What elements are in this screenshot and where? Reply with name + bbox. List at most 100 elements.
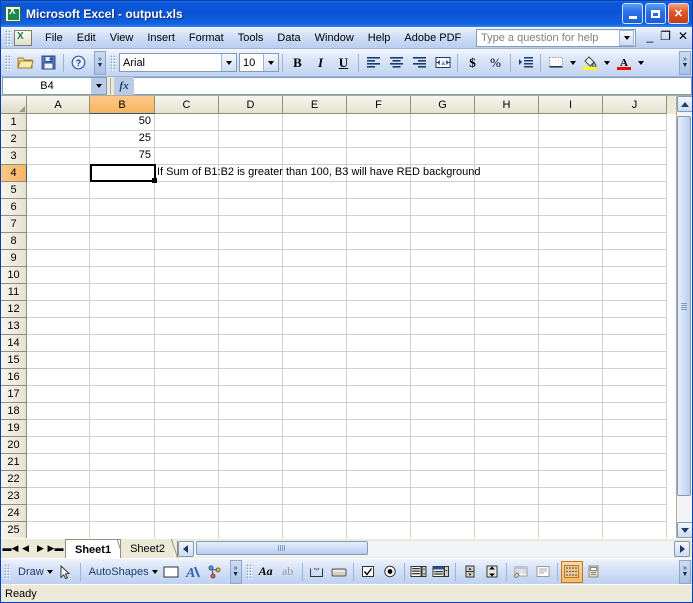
cell-h15[interactable] — [475, 352, 539, 369]
cell-a9[interactable] — [27, 250, 90, 267]
scroll-down-button[interactable] — [677, 522, 692, 538]
cell-d14[interactable] — [219, 335, 283, 352]
open-button[interactable] — [14, 52, 37, 74]
textbox-control-button[interactable]: xyz — [306, 561, 328, 583]
cell-j4[interactable] — [603, 165, 667, 182]
cell-b24[interactable] — [90, 505, 155, 522]
borders-button[interactable] — [544, 52, 567, 74]
cell-a25[interactable] — [27, 522, 90, 538]
cell-g8[interactable] — [411, 233, 475, 250]
cell-c23[interactable] — [155, 488, 219, 505]
cell-c17[interactable] — [155, 386, 219, 403]
cell-a4[interactable] — [27, 165, 90, 182]
vertical-scroll-thumb[interactable] — [677, 116, 691, 496]
cell-j22[interactable] — [603, 471, 667, 488]
column-header-g[interactable]: G — [411, 96, 475, 114]
cell-a16[interactable] — [27, 369, 90, 386]
cell-i16[interactable] — [539, 369, 603, 386]
name-box[interactable]: B4 — [2, 77, 107, 95]
row-header-6[interactable]: 6 — [1, 199, 27, 216]
cell-f25[interactable] — [347, 522, 411, 538]
document-close-button[interactable]: ✕ — [678, 30, 688, 42]
cell-c15[interactable] — [155, 352, 219, 369]
cell-c18[interactable] — [155, 403, 219, 420]
row-header-13[interactable]: 13 — [1, 318, 27, 335]
cell-e17[interactable] — [283, 386, 347, 403]
drawing-toolbar-options-button[interactable]: » ▼ — [230, 560, 242, 584]
row-header-10[interactable]: 10 — [1, 267, 27, 284]
cell-i10[interactable] — [539, 267, 603, 284]
cell-c11[interactable] — [155, 284, 219, 301]
scroll-left-button[interactable] — [178, 541, 194, 557]
cell-g18[interactable] — [411, 403, 475, 420]
row-header-23[interactable]: 23 — [1, 488, 27, 505]
cell-j23[interactable] — [603, 488, 667, 505]
command-button-control[interactable] — [328, 561, 350, 583]
cell-i13[interactable] — [539, 318, 603, 335]
cell-a1[interactable] — [27, 114, 90, 131]
cell-e11[interactable] — [283, 284, 347, 301]
cell-g15[interactable] — [411, 352, 475, 369]
cell-d16[interactable] — [219, 369, 283, 386]
cell-e24[interactable] — [283, 505, 347, 522]
row-header-12[interactable]: 12 — [1, 301, 27, 318]
horizontal-scrollbar[interactable] — [178, 541, 690, 557]
cell-e6[interactable] — [283, 199, 347, 216]
cell-j1[interactable] — [603, 114, 667, 131]
select-all-button[interactable] — [1, 96, 27, 114]
cell-b16[interactable] — [90, 369, 155, 386]
cell-g24[interactable] — [411, 505, 475, 522]
cell-h12[interactable] — [475, 301, 539, 318]
cell-i9[interactable] — [539, 250, 603, 267]
document-restore-button[interactable]: ❐ — [660, 30, 671, 42]
cell-h13[interactable] — [475, 318, 539, 335]
menu-item-edit[interactable]: Edit — [70, 30, 103, 46]
cell-e5[interactable] — [283, 182, 347, 199]
cell-e10[interactable] — [283, 267, 347, 284]
cell-g3[interactable] — [411, 148, 475, 165]
row-header-20[interactable]: 20 — [1, 437, 27, 454]
cell-d23[interactable] — [219, 488, 283, 505]
cell-f13[interactable] — [347, 318, 411, 335]
cell-b19[interactable] — [90, 420, 155, 437]
cell-i7[interactable] — [539, 216, 603, 233]
cell-e21[interactable] — [283, 454, 347, 471]
column-header-e[interactable]: E — [283, 96, 347, 114]
scrollbar-control-button[interactable] — [481, 561, 503, 583]
cell-h20[interactable] — [475, 437, 539, 454]
cell-i8[interactable] — [539, 233, 603, 250]
row-header-5[interactable]: 5 — [1, 182, 27, 199]
cell-g22[interactable] — [411, 471, 475, 488]
cell-b12[interactable] — [90, 301, 155, 318]
cell-i14[interactable] — [539, 335, 603, 352]
menu-item-view[interactable]: View — [103, 30, 141, 46]
cell-e19[interactable] — [283, 420, 347, 437]
cell-g2[interactable] — [411, 131, 475, 148]
currency-button[interactable]: $ — [461, 52, 484, 74]
cell-c7[interactable] — [155, 216, 219, 233]
cell-c8[interactable] — [155, 233, 219, 250]
fill-color-dropdown-button[interactable] — [601, 52, 612, 74]
cell-b22[interactable] — [90, 471, 155, 488]
cell-j10[interactable] — [603, 267, 667, 284]
cell-a10[interactable] — [27, 267, 90, 284]
cell-j6[interactable] — [603, 199, 667, 216]
row-header-4[interactable]: 4 — [1, 165, 27, 182]
cell-j12[interactable] — [603, 301, 667, 318]
cell-b15[interactable] — [90, 352, 155, 369]
cell-h16[interactable] — [475, 369, 539, 386]
cell-f1[interactable] — [347, 114, 411, 131]
cell-g25[interactable] — [411, 522, 475, 538]
cell-h1[interactable] — [475, 114, 539, 131]
cell-h19[interactable] — [475, 420, 539, 437]
cell-g20[interactable] — [411, 437, 475, 454]
close-button[interactable]: ✕ — [668, 3, 689, 24]
cell-g23[interactable] — [411, 488, 475, 505]
cell-j2[interactable] — [603, 131, 667, 148]
font-name-combo[interactable]: Arial — [119, 53, 237, 72]
column-header-a[interactable]: A — [27, 96, 90, 114]
cell-d13[interactable] — [219, 318, 283, 335]
cell-i6[interactable] — [539, 199, 603, 216]
cell-h7[interactable] — [475, 216, 539, 233]
cell-b21[interactable] — [90, 454, 155, 471]
